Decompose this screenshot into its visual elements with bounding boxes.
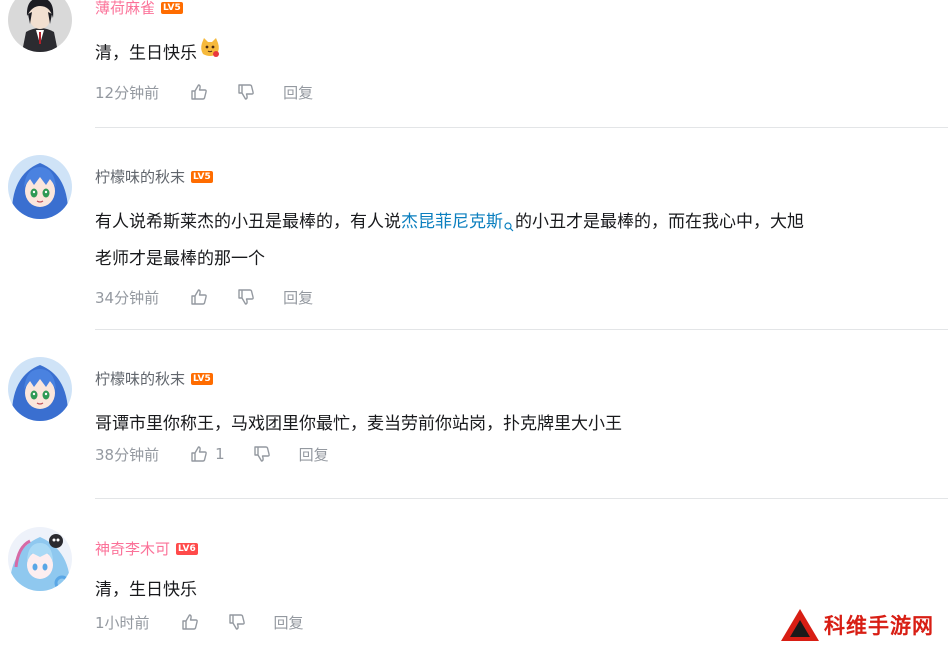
reply-button[interactable]: 回复 <box>283 82 313 103</box>
dislike-button[interactable] <box>227 612 247 632</box>
dislike-button[interactable] <box>236 287 256 307</box>
username[interactable]: 薄荷麻雀 <box>95 0 155 18</box>
watermark-logo-icon <box>781 609 819 641</box>
level-badge: LV5 <box>191 171 213 183</box>
reply-button[interactable]: 回复 <box>274 612 304 633</box>
comment-time: 12分钟前 <box>95 83 160 102</box>
thumbs-down-icon <box>228 614 245 630</box>
username[interactable]: 柠檬味的秋末 <box>95 369 185 389</box>
like-button[interactable] <box>180 612 200 632</box>
comment-time: 34分钟前 <box>95 288 160 307</box>
thumbs-up-icon <box>181 614 198 630</box>
level-badge: LV5 <box>191 373 213 385</box>
dislike-button[interactable] <box>252 444 272 464</box>
search-icon <box>504 211 514 243</box>
level-badge: LV6 <box>176 543 198 555</box>
thumbs-up-icon <box>191 84 207 100</box>
avatar[interactable] <box>8 0 72 52</box>
comment-list: 薄荷麻雀 LV5 清，生日快乐 12分钟前 回复 柠檬味的秋末 LV5 有人说希… <box>0 0 948 652</box>
like-count: 1 <box>215 445 225 463</box>
thumbs-up-icon <box>191 446 207 462</box>
like-button[interactable] <box>189 287 209 307</box>
cat-emoji-icon <box>199 37 221 70</box>
divider <box>95 127 948 128</box>
avatar[interactable] <box>8 155 72 219</box>
comment-time: 1小时前 <box>95 613 150 632</box>
username[interactable]: 柠檬味的秋末 <box>95 167 185 187</box>
comment-content: 有人说希斯莱杰的小丑是最棒的，有人说杰昆菲尼克斯 的小丑才是最棒的，而在我心中，大… <box>95 211 804 269</box>
thumbs-up-icon <box>191 289 207 305</box>
level-badge: LV5 <box>161 2 183 14</box>
like-button[interactable]: 1 <box>189 444 225 464</box>
comment-content: 清，生日快乐 <box>95 37 948 70</box>
thumbs-down-icon <box>238 289 254 305</box>
reply-button[interactable]: 回复 <box>299 444 329 465</box>
comment-content: 哥谭市里你称王，马戏团里你最忙，麦当劳前你站岗，扑克牌里大小王 <box>95 414 622 434</box>
avatar[interactable] <box>8 527 72 591</box>
comment-time: 38分钟前 <box>95 445 160 464</box>
avatar[interactable] <box>8 357 72 421</box>
reply-button[interactable]: 回复 <box>283 287 313 308</box>
comment-content: 清，生日快乐 <box>95 580 197 600</box>
divider <box>95 498 948 499</box>
dislike-button[interactable] <box>236 82 256 102</box>
site-watermark: 科维手游网 <box>780 608 934 642</box>
username[interactable]: 神奇李木可 <box>95 539 170 559</box>
search-link[interactable]: 杰昆菲尼克斯 <box>401 212 503 232</box>
watermark-text: 科维手游网 <box>824 614 934 638</box>
divider <box>95 329 948 330</box>
thumbs-down-icon <box>253 446 270 462</box>
thumbs-down-icon <box>238 84 254 100</box>
like-button[interactable] <box>189 82 209 102</box>
